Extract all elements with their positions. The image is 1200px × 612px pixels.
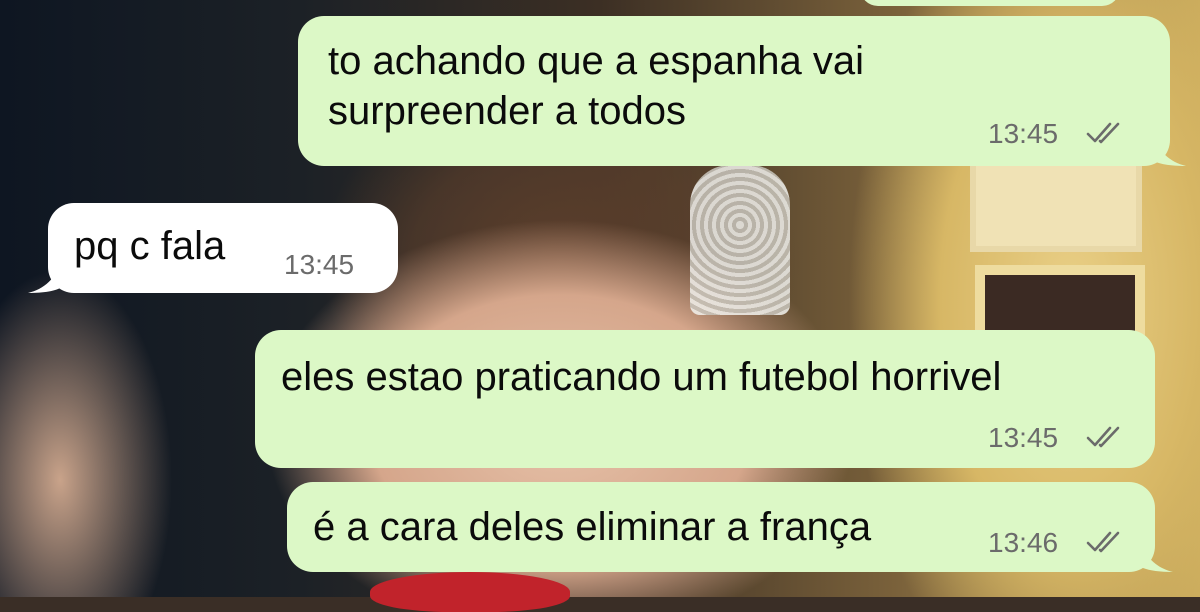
message-text: pq c fala [74, 224, 226, 268]
double-check-icon [1086, 122, 1120, 144]
bubble-tail-outgoing [1152, 132, 1186, 166]
message-timestamp: 13:45 [284, 249, 355, 280]
message-timestamp: 13:45 [988, 422, 1059, 453]
double-check-icon [1086, 426, 1120, 448]
message-bubble-outgoing[interactable]: é a cara deles eliminar a frança 13:46 [287, 482, 1173, 572]
previous-message-bubble [860, 0, 1120, 6]
message-text: é a cara deles eliminar a frança [313, 505, 872, 549]
message-timestamp: 13:46 [988, 527, 1059, 558]
wallpaper-lips [370, 572, 570, 612]
wallpaper-tiara [690, 165, 790, 315]
bubble-tail-outgoing [1139, 538, 1173, 572]
message-bubble-incoming[interactable]: pq c fala 13:45 [28, 203, 398, 293]
message-bubble-outgoing[interactable]: to achando que a espanha vai surpreender… [298, 16, 1186, 166]
wallpaper-frame [970, 160, 1142, 252]
message-text: eles estao praticando um futebol horrive… [281, 355, 1002, 399]
bubble-tail-incoming [28, 259, 62, 293]
message-timestamp: 13:45 [988, 118, 1059, 149]
double-check-icon [1086, 531, 1120, 553]
message-bubble-outgoing[interactable]: eles estao praticando um futebol horrive… [255, 330, 1155, 468]
message-text: to achando que a espanha vai surpreender… [328, 39, 864, 133]
